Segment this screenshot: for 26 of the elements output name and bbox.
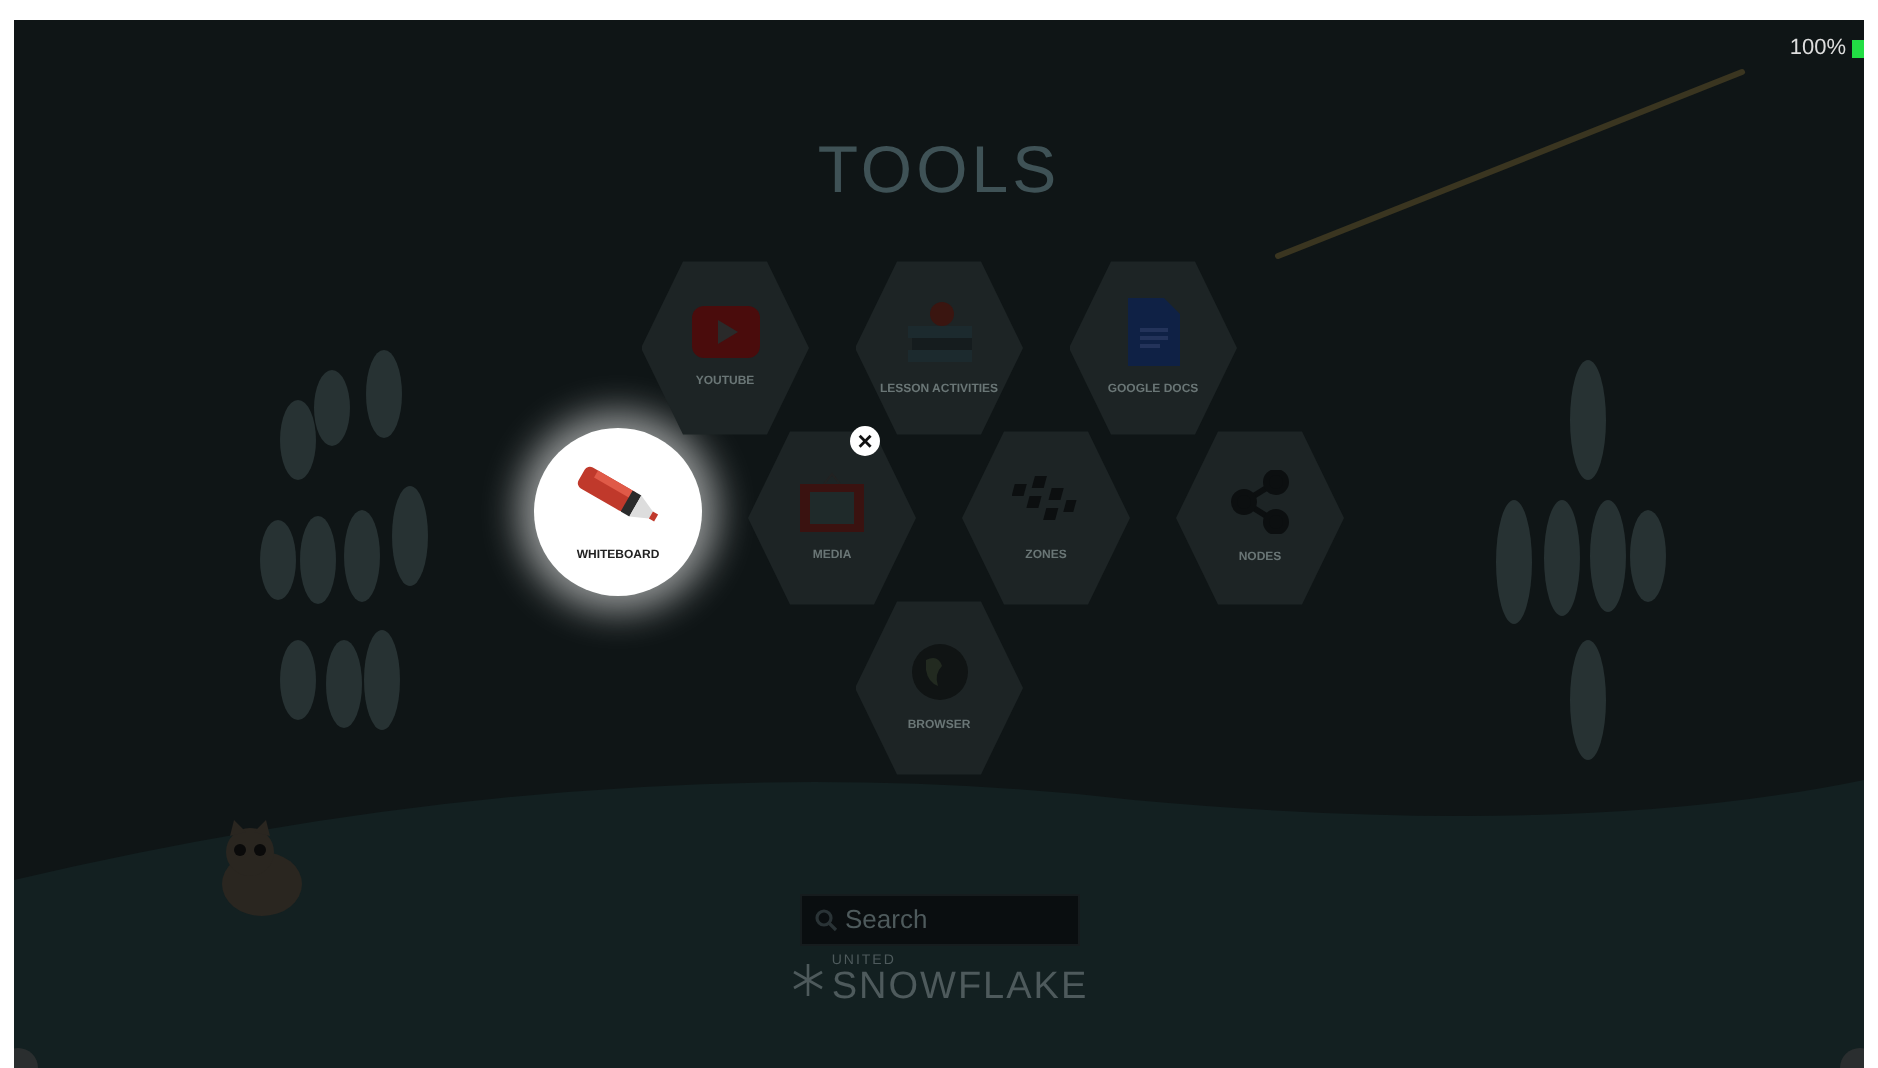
bubble-icon <box>314 370 350 446</box>
bubble-icon <box>366 350 402 438</box>
search-input[interactable]: Search <box>845 900 1065 940</box>
bubble-icon <box>392 486 428 586</box>
bubble-icon <box>1544 500 1580 616</box>
bubble-icon <box>1590 500 1626 612</box>
bubble-icon <box>326 640 362 728</box>
battery-icon <box>1852 39 1864 58</box>
battery-reading: 100% <box>1789 34 1846 64</box>
bubble-icon <box>1570 360 1606 480</box>
bubble-icon <box>364 630 400 730</box>
snowflake-icon <box>789 962 826 998</box>
bubble-icon <box>1630 510 1666 602</box>
bubble-icon <box>280 400 316 480</box>
bubble-icon <box>300 516 336 604</box>
bubble-icon <box>260 520 296 600</box>
bubble-icon <box>280 640 316 720</box>
page-title: TOOLS <box>817 132 1061 208</box>
search-icon <box>813 908 837 932</box>
bubble-icon <box>1570 640 1606 760</box>
close-button[interactable]: × <box>850 426 880 456</box>
bubble-icon <box>344 510 380 602</box>
search-field[interactable]: Search <box>799 894 1079 946</box>
document-icon <box>1127 297 1179 365</box>
play-icon <box>691 305 759 357</box>
logo-text: SNOWFLAKE <box>831 968 1089 1006</box>
